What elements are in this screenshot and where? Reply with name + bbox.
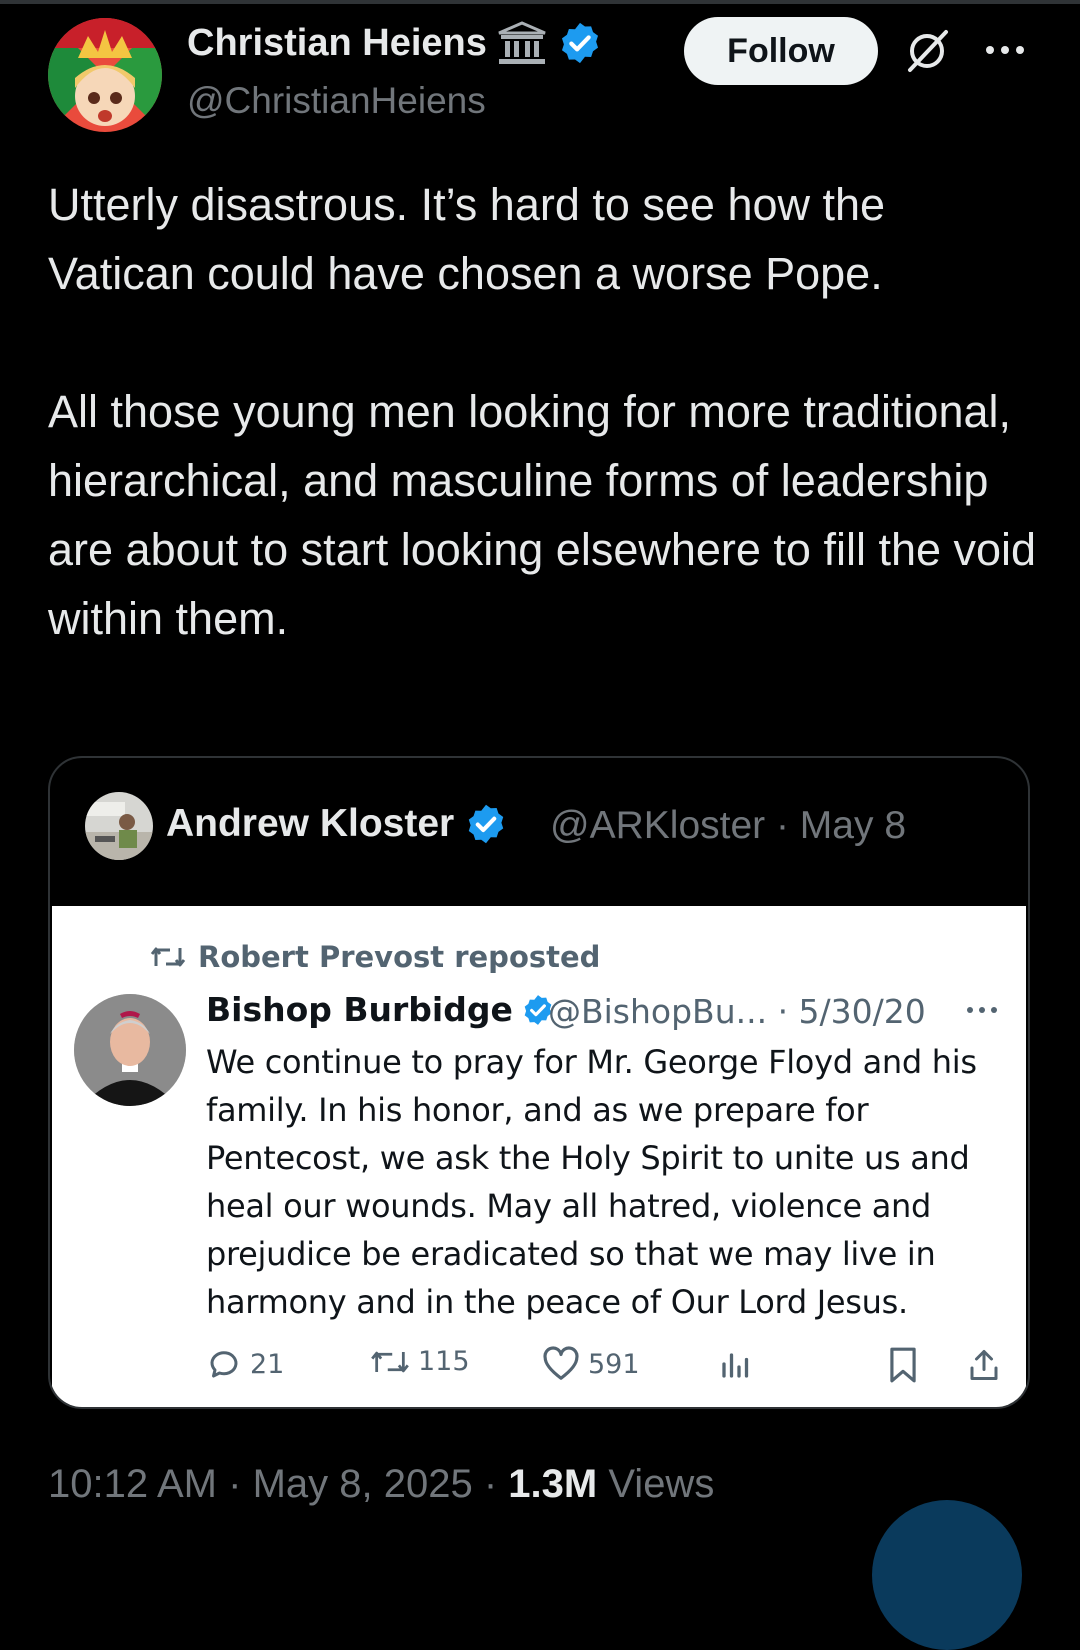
verified-badge-icon <box>561 22 598 64</box>
quoted-tweet-card[interactable]: Andrew Kloster @ARKloster · May 8 Robert… <box>48 756 1030 1409</box>
tweet-text: Utterly disastrous. It’s hard to see how… <box>48 170 1038 653</box>
author-name[interactable]: Christian Heiens <box>187 20 603 66</box>
views-count: 1.3M <box>508 1462 598 1506</box>
grok-icon[interactable] <box>902 26 952 76</box>
separator: · <box>483 1462 509 1506</box>
bookmark-icon <box>890 1347 916 1383</box>
top-divider <box>0 0 1080 4</box>
reply-icon <box>210 1351 238 1378</box>
heart-icon <box>543 1346 579 1380</box>
compose-fab[interactable] <box>872 1500 1022 1650</box>
bishop-avatar <box>74 994 186 1106</box>
quoted-author-name: Andrew Kloster <box>166 802 508 846</box>
reply-count: 21 <box>250 1348 285 1380</box>
share-action <box>966 1346 1002 1384</box>
repost-action: 115 <box>370 1346 470 1377</box>
bishop-name: Bishop Burbidge <box>206 990 555 1029</box>
bishop-handle-date: @BishopBu... · 5/30/20 <box>548 992 926 1031</box>
tweet-date[interactable]: May 8, 2025 <box>253 1462 473 1506</box>
quoted-author-name-text: Andrew Kloster <box>166 802 455 845</box>
quoted-handle-date: @ARKloster · May 8 <box>550 804 907 847</box>
tweet-time[interactable]: 10:12 AM <box>48 1462 217 1506</box>
embedded-action-bar: 21 115 591 <box>206 1346 1006 1390</box>
follow-button[interactable]: Follow <box>684 17 878 85</box>
repost-icon <box>150 947 186 967</box>
verified-badge-icon <box>468 804 504 844</box>
more-options-icon[interactable] <box>982 30 1028 70</box>
reply-action: 21 <box>206 1346 284 1382</box>
separator: · <box>228 1462 253 1506</box>
author-avatar[interactable] <box>48 18 162 132</box>
repost-label: Robert Prevost reposted <box>198 940 601 974</box>
views-label: Views <box>608 1462 715 1506</box>
bishop-name-text: Bishop Burbidge <box>206 990 513 1029</box>
repost-icon <box>371 1351 409 1372</box>
tweet-paragraph: All those young men looking for more tra… <box>48 386 1037 644</box>
bookmark-action <box>886 1346 920 1384</box>
repost-indicator: Robert Prevost reposted <box>150 940 600 974</box>
embedded-screenshot: Robert Prevost reposted Bishop Burbidge … <box>52 906 1026 1407</box>
quoted-author-avatar <box>85 792 153 860</box>
tweet-timestamp: 10:12 AM · May 8, 2025 · 1.3M Views <box>48 1462 714 1507</box>
bishop-tweet-text: We continue to pray for Mr. George Floyd… <box>206 1043 977 1321</box>
like-action: 591 <box>542 1346 640 1382</box>
like-count: 591 <box>588 1348 640 1380</box>
analytics-icon <box>722 1353 749 1378</box>
author-handle[interactable]: @ChristianHeiens <box>187 80 486 122</box>
share-icon <box>970 1350 998 1380</box>
government-badge-icon <box>498 21 546 64</box>
views-action <box>718 1346 754 1382</box>
more-options-icon <box>967 1007 997 1013</box>
author-name-text: Christian Heiens <box>187 21 487 64</box>
repost-count: 115 <box>418 1346 470 1377</box>
tweet-paragraph: Utterly disastrous. It’s hard to see how… <box>48 179 886 299</box>
